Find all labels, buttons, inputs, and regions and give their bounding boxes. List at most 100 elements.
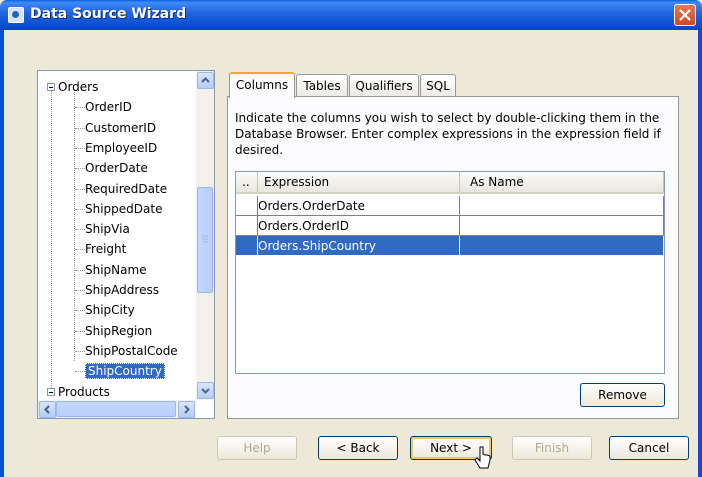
tree-item[interactable]: ShipAddress [85,280,159,300]
tree-item-label: Products [58,384,110,399]
tree-connector-line [75,107,85,109]
tree-item-label: ShipAddress [85,283,159,297]
tree-collapse-icon[interactable] [47,387,55,396]
close-icon [679,9,691,21]
back-button[interactable]: < Back [318,436,398,460]
tree-view: Orders OrderID CustomerID EmployeeID OrderDa… [38,71,196,400]
tree-item[interactable]: EmployeeID [85,138,157,158]
tree-connector-line [75,168,85,170]
tree-item[interactable]: OrderID [85,97,132,117]
tree-item-label: CustomerID [85,120,157,135]
cancel-button[interactable]: Cancel [609,436,689,460]
window-title: Data Source Wizard [30,6,187,22]
tree-item-label: ShipVia [85,222,130,237]
tree-connector-line [75,229,85,231]
expression-cell[interactable]: Orders.ShipCountry [256,236,460,256]
tree-item-label: EmployeeID [85,140,158,155]
as-name-cell[interactable] [460,196,664,216]
grip-icon [202,235,208,243]
close-button[interactable] [674,4,696,26]
tree-connector-line [75,350,85,352]
chevron-right-icon [184,405,190,414]
table-row[interactable]: Orders.OrderDate [236,196,664,216]
chevron-up-icon [201,77,210,83]
tree-item[interactable]: ShipName [85,260,147,280]
tree-item-label: ShipCity [85,303,135,318]
database-icon [8,7,24,23]
remove-button[interactable]: Remove [580,383,665,407]
horizontal-scroll-thumb[interactable] [56,401,176,417]
tree-item-label: OrderDate [85,161,148,176]
tree-connector-line [75,371,85,373]
tree-connector-line [75,330,85,332]
tree-item-label: ShippedDate [85,201,163,216]
tree-connector-line [75,127,85,129]
tree-connector-line [51,85,52,390]
tab-tables[interactable]: Tables [296,74,348,96]
help-button[interactable]: Help [217,436,297,460]
mouse-pointer-icon [474,446,491,469]
column-header-expression[interactable]: Expression [258,172,460,192]
window-frame-right [698,30,702,477]
tree-horizontal-scrollbar[interactable] [38,400,196,418]
tree-item-label: ShipName [85,262,147,277]
expression-cell[interactable]: Orders.OrderDate [256,196,460,216]
window-frame-left [0,30,4,477]
table-row-selected[interactable]: Orders.ShipCountry [236,236,664,256]
tree-item-label: Orders [58,80,99,94]
column-header-as-name[interactable]: As Name [460,172,664,192]
row-handle-cell [236,236,258,256]
expression-cell[interactable]: Orders.OrderID [256,216,460,236]
tree-item[interactable]: Products [58,382,110,402]
scroll-left-button[interactable] [39,401,56,418]
finish-button[interactable]: Finish [512,436,592,460]
scroll-thumb[interactable] [197,187,213,293]
columns-table: .. Expression As Name Orders.OrderDate O… [235,171,665,374]
scroll-right-button[interactable] [178,401,195,418]
instructions-text: Indicate the columns you wish to select … [235,111,661,157]
column-header-handle[interactable]: .. [236,172,258,192]
tree-item[interactable]: ShipVia [85,219,130,239]
database-browser-tree: Orders OrderID CustomerID EmployeeID OrderDa… [37,70,215,419]
tree-item[interactable]: ShipCountry [85,361,165,381]
title-bar: Data Source Wizard [0,0,702,30]
tree-item[interactable]: Freight [85,239,126,259]
as-name-cell[interactable] [460,216,664,236]
table-header: .. Expression As Name [236,172,664,194]
scroll-up-button[interactable] [197,72,214,89]
tab-sql[interactable]: SQL [420,74,456,96]
row-handle-cell [236,216,258,236]
tree-connector-line [75,269,85,271]
tree-item-label: Freight [85,242,127,257]
scroll-down-button[interactable] [197,382,214,399]
tree-connector-line [75,147,85,149]
tree-item[interactable]: ShipPostalCode [85,341,178,361]
tree-item[interactable]: ShipCity [85,300,135,320]
as-name-cell[interactable] [460,236,664,256]
tree-item-label: ShipRegion [85,323,153,338]
tree-item-label: ShipCountry [85,363,165,380]
columns-tab-panel: Indicate the columns you wish to select … [227,96,679,419]
table-row[interactable]: Orders.OrderID [236,216,664,236]
row-handle-cell [236,196,258,216]
tree-item[interactable]: Orders [58,77,98,97]
tree-item[interactable]: ShippedDate [85,199,162,219]
tree-collapse-icon[interactable] [47,83,55,91]
tab-columns[interactable]: Columns [229,72,295,98]
tree-item-label: OrderID [85,100,132,115]
tree-connector-line [75,249,85,251]
tree-connector-line [75,290,85,291]
tree-vertical-scrollbar[interactable] [196,71,214,400]
chevron-left-icon [44,405,50,414]
tree-item[interactable]: OrderDate [85,158,148,178]
tab-qualifiers[interactable]: Qualifiers [349,74,419,96]
tree-connector-line [75,208,85,210]
tree-item[interactable]: RequiredDate [85,179,167,199]
tree-item[interactable]: CustomerID [85,118,156,138]
tree-connector-line [75,188,85,190]
tree-item[interactable]: ShipRegion [85,321,152,341]
tree-connector-line [74,89,75,361]
tree-item-label: RequiredDate [85,181,168,196]
tree-item-label: ShipPostalCode [85,343,178,358]
chevron-down-icon [201,388,210,394]
